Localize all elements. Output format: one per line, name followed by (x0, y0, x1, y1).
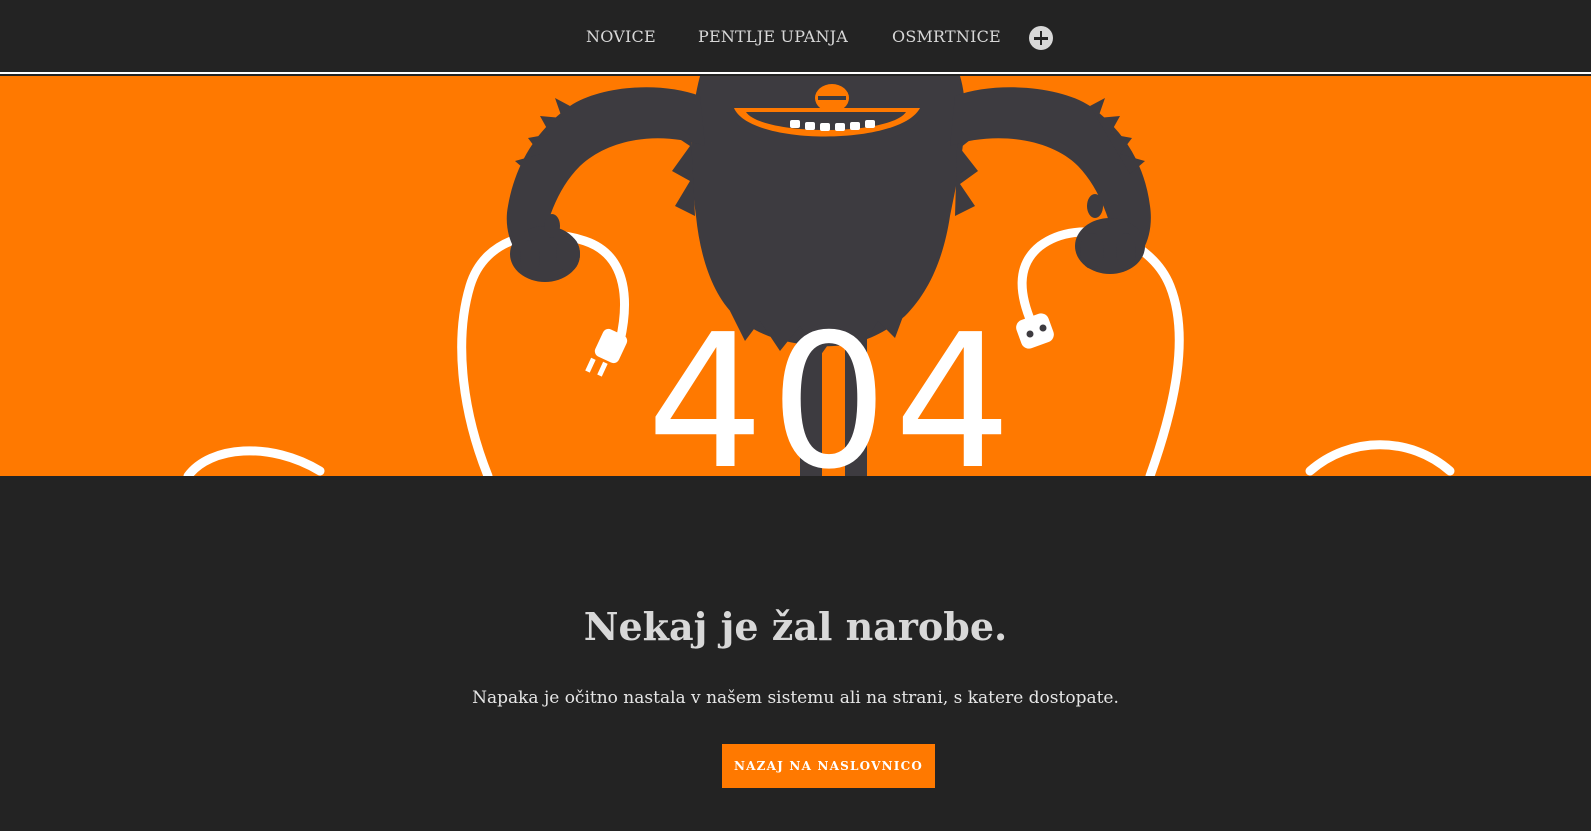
cable-right-bottom (1305, 440, 1455, 476)
monster-illustration: 404 (183, 76, 1455, 476)
socket-icon (1016, 313, 1054, 349)
back-to-homepage-button[interactable]: NAZAJ NA NASLOVNICO (722, 744, 935, 788)
hero-404-banner: 404 (0, 76, 1591, 476)
error-message: Napaka je očitno nastala v našem sistemu… (472, 688, 1119, 708)
error-code: 404 (646, 294, 1017, 476)
top-navigation: NOVICE PENTLJE UPANJA OSMRTNICE (0, 0, 1591, 74)
cable-left-bottom (183, 446, 325, 476)
error-title: Nekaj je žal narobe. (583, 604, 1008, 649)
nav-item-novice[interactable]: NOVICE (586, 27, 656, 46)
error-content: Nekaj je žal narobe. Napaka je očitno na… (0, 476, 1591, 831)
nav-item-osmrtnice[interactable]: OSMRTNICE (892, 27, 1001, 46)
nav-item-pentlje-upanja[interactable]: PENTLJE UPANJA (698, 27, 848, 46)
plus-circle-icon[interactable] (1029, 26, 1053, 50)
